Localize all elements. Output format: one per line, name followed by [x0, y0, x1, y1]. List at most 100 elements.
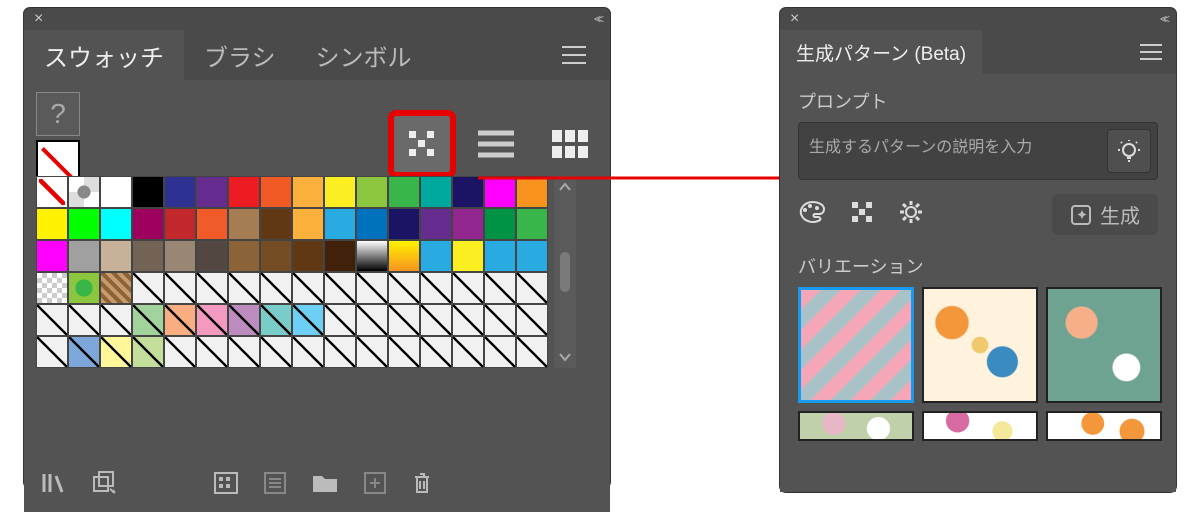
swatch[interactable]: [388, 304, 420, 336]
swatch[interactable]: [260, 304, 292, 336]
swatch[interactable]: [164, 240, 196, 272]
palette-icon[interactable]: [798, 200, 826, 229]
swatch[interactable]: [100, 176, 132, 208]
collapse-icon[interactable]: <<: [594, 12, 600, 26]
swatch[interactable]: [196, 176, 228, 208]
swatch[interactable]: [132, 208, 164, 240]
swatch[interactable]: [36, 272, 68, 304]
scroll-thumb[interactable]: [560, 252, 570, 292]
swatch[interactable]: [100, 208, 132, 240]
swatch[interactable]: [68, 208, 100, 240]
swatch[interactable]: [420, 336, 452, 368]
swatch[interactable]: [100, 304, 132, 336]
swatch[interactable]: [356, 304, 388, 336]
swatch[interactable]: [452, 240, 484, 272]
generate-pattern-button[interactable]: [394, 116, 450, 172]
swatch[interactable]: [36, 336, 68, 368]
tab-swatches[interactable]: スウォッチ: [24, 30, 184, 80]
swatch[interactable]: [324, 176, 356, 208]
swatch[interactable]: [196, 272, 228, 304]
gear-icon[interactable]: [898, 199, 924, 230]
swatch[interactable]: [356, 272, 388, 304]
swatch[interactable]: [68, 176, 100, 208]
pattern-grid-icon[interactable]: [850, 200, 874, 229]
add-to-lib-icon[interactable]: [92, 471, 118, 501]
swatch[interactable]: [100, 336, 132, 368]
swatch[interactable]: [196, 240, 228, 272]
swatch[interactable]: [164, 176, 196, 208]
swatch[interactable]: [516, 336, 548, 368]
close-icon[interactable]: ×: [34, 10, 43, 28]
swatch[interactable]: [292, 304, 324, 336]
folder-icon[interactable]: [312, 473, 338, 499]
swatch[interactable]: [292, 272, 324, 304]
show-find-icon[interactable]: [264, 472, 286, 500]
help-button[interactable]: ?: [36, 92, 80, 136]
swatch[interactable]: [196, 304, 228, 336]
swatch[interactable]: [68, 304, 100, 336]
swatch[interactable]: [164, 304, 196, 336]
swatch[interactable]: [36, 176, 68, 208]
swatch[interactable]: [388, 336, 420, 368]
swatch[interactable]: [356, 240, 388, 272]
tab-brushes[interactable]: ブラシ: [184, 30, 296, 80]
swatch[interactable]: [420, 240, 452, 272]
swatch[interactable]: [452, 272, 484, 304]
swatch[interactable]: [100, 272, 132, 304]
swatch[interactable]: [324, 272, 356, 304]
swatch[interactable]: [132, 304, 164, 336]
swatch[interactable]: [356, 208, 388, 240]
swatch[interactable]: [420, 272, 452, 304]
panel-menu-icon[interactable]: [548, 30, 600, 80]
tab-symbols[interactable]: シンボル: [296, 30, 432, 80]
panel-menu-icon[interactable]: [1126, 30, 1176, 74]
swatch[interactable]: [484, 240, 516, 272]
swatch[interactable]: [260, 176, 292, 208]
swatch[interactable]: [36, 208, 68, 240]
variation-thumb[interactable]: [1046, 411, 1162, 441]
swatch[interactable]: [164, 208, 196, 240]
list-view-button[interactable]: [468, 116, 524, 172]
swatch[interactable]: [324, 208, 356, 240]
swatch[interactable]: [228, 176, 260, 208]
swatch[interactable]: [196, 208, 228, 240]
swatch[interactable]: [164, 272, 196, 304]
variation-thumb[interactable]: [1046, 287, 1162, 403]
variation-thumb[interactable]: [922, 287, 1038, 403]
swatch[interactable]: [484, 176, 516, 208]
swatch[interactable]: [68, 272, 100, 304]
variation-thumb[interactable]: [798, 411, 914, 441]
generate-button[interactable]: 生成: [1052, 194, 1158, 235]
swatch[interactable]: [292, 176, 324, 208]
swatch[interactable]: [356, 336, 388, 368]
swatch[interactable]: [260, 240, 292, 272]
swatch[interactable]: [516, 176, 548, 208]
swatch[interactable]: [228, 208, 260, 240]
scroll-up-icon[interactable]: [559, 182, 571, 192]
swatch[interactable]: [324, 304, 356, 336]
swatch[interactable]: [388, 272, 420, 304]
swatch[interactable]: [260, 208, 292, 240]
swatch[interactable]: [292, 240, 324, 272]
swatch[interactable]: [260, 272, 292, 304]
swatch[interactable]: [420, 176, 452, 208]
new-swatch-icon[interactable]: [364, 472, 386, 500]
swatch[interactable]: [452, 176, 484, 208]
swatch[interactable]: [420, 304, 452, 336]
grid-view-button[interactable]: [542, 116, 598, 172]
swatch[interactable]: [324, 336, 356, 368]
swatch[interactable]: [292, 336, 324, 368]
suggest-prompt-button[interactable]: [1107, 129, 1151, 173]
swatch[interactable]: [228, 272, 260, 304]
swatch[interactable]: [132, 176, 164, 208]
scroll-down-icon[interactable]: [559, 352, 571, 362]
swatch[interactable]: [36, 304, 68, 336]
swatch[interactable]: [516, 304, 548, 336]
swatch[interactable]: [292, 208, 324, 240]
swatch-scrollbar[interactable]: [554, 176, 576, 368]
swatch[interactable]: [452, 336, 484, 368]
swatch[interactable]: [516, 240, 548, 272]
swatch[interactable]: [484, 304, 516, 336]
swatch[interactable]: [452, 304, 484, 336]
swatch[interactable]: [132, 272, 164, 304]
